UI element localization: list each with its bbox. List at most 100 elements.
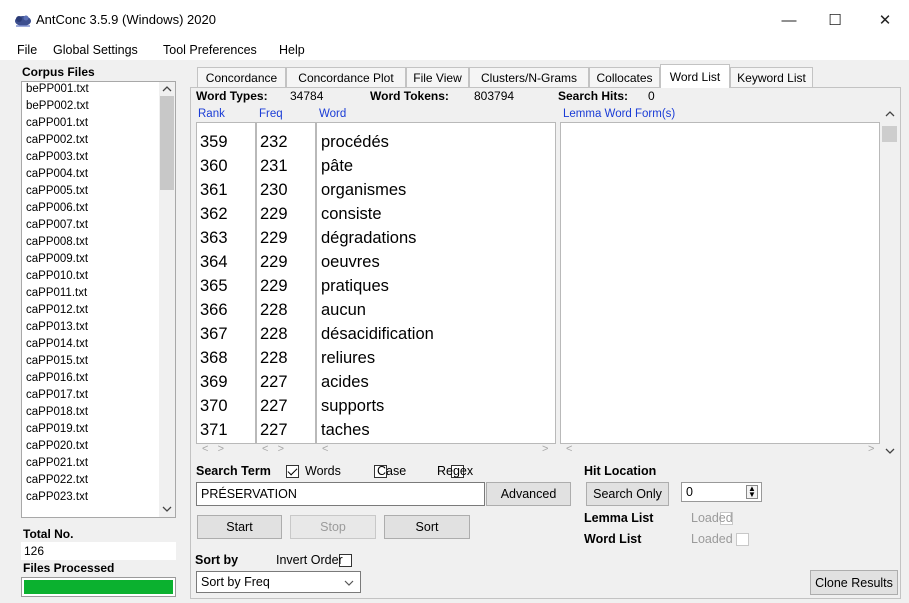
files-processed-label: Files Processed bbox=[23, 561, 115, 575]
lemma-column-header[interactable]: Lemma Word Form(s) bbox=[563, 108, 675, 120]
hit-location-spinner[interactable]: 0 ▲ ▼ bbox=[681, 482, 762, 502]
corpus-file[interactable]: caPP005.txt bbox=[26, 185, 88, 197]
lemma-hscroll-left[interactable]: < bbox=[566, 443, 572, 458]
corpus-file[interactable]: caPP007.txt bbox=[26, 219, 88, 231]
chevron-up-icon[interactable] bbox=[162, 85, 172, 93]
corpus-scroll-thumb[interactable] bbox=[160, 96, 174, 190]
rank-cell: 361 bbox=[200, 181, 228, 199]
word-column-header[interactable]: Word bbox=[319, 108, 346, 120]
corpus-file[interactable]: caPP004.txt bbox=[26, 168, 88, 180]
corpus-file[interactable]: caPP022.txt bbox=[26, 474, 88, 486]
rank-cell: 368 bbox=[200, 349, 228, 367]
corpus-file[interactable]: caPP010.txt bbox=[26, 270, 88, 282]
invert-order-label: Invert Order bbox=[276, 553, 343, 567]
word-column[interactable]: procédés pâte organismes consiste dégrad… bbox=[316, 122, 556, 444]
lemma-hscroll-right[interactable]: > bbox=[868, 443, 874, 458]
freq-cell: 228 bbox=[260, 301, 288, 319]
corpus-file[interactable]: caPP016.txt bbox=[26, 372, 88, 384]
corpus-file[interactable]: caPP009.txt bbox=[26, 253, 88, 265]
corpus-file[interactable]: bePP001.txt bbox=[26, 83, 89, 95]
search-term-label: Search Term bbox=[196, 464, 271, 478]
corpus-file-list[interactable]: bePP001.txt bePP002.txt caPP001.txt caPP… bbox=[21, 81, 176, 518]
stop-button[interactable]: Stop bbox=[290, 515, 376, 539]
freq-cell: 228 bbox=[260, 325, 288, 343]
minimize-icon: — bbox=[781, 11, 797, 29]
chevron-up-icon[interactable] bbox=[885, 110, 895, 118]
words-checkbox-label: Words bbox=[305, 464, 341, 478]
corpus-file[interactable]: caPP002.txt bbox=[26, 134, 88, 146]
close-button[interactable]: ✕ bbox=[862, 0, 908, 40]
sort-button[interactable]: Sort bbox=[384, 515, 470, 539]
tab-word-list[interactable]: Word List bbox=[660, 64, 730, 88]
rank-column[interactable]: 359 360 361 362 363 364 365 366 367 368 … bbox=[196, 122, 256, 444]
sort-by-selected: Sort by Freq bbox=[201, 575, 270, 589]
advanced-button[interactable]: Advanced bbox=[486, 482, 571, 506]
corpus-file[interactable]: caPP017.txt bbox=[26, 389, 88, 401]
freq-hscroll[interactable]: < > bbox=[262, 443, 284, 458]
word-list-scroll-thumb[interactable] bbox=[882, 126, 897, 142]
word-types-label: Word Types: bbox=[196, 89, 268, 103]
window-title: AntConc 3.5.9 (Windows) 2020 bbox=[36, 12, 216, 27]
word-cell: acides bbox=[321, 373, 369, 391]
menu-tool-preferences[interactable]: Tool Preferences bbox=[163, 43, 257, 57]
rank-cell: 360 bbox=[200, 157, 228, 175]
start-button[interactable]: Start bbox=[197, 515, 282, 539]
lemma-list-label: Lemma List bbox=[584, 511, 654, 525]
word-list-vscrollbar[interactable] bbox=[880, 107, 899, 458]
corpus-file[interactable]: caPP021.txt bbox=[26, 457, 88, 469]
freq-column[interactable]: 232 231 230 229 229 229 229 228 228 228 … bbox=[256, 122, 316, 444]
corpus-file[interactable]: caPP019.txt bbox=[26, 423, 88, 435]
rank-cell: 369 bbox=[200, 373, 228, 391]
clone-results-button[interactable]: Clone Results bbox=[810, 570, 898, 595]
rank-column-header[interactable]: Rank bbox=[198, 108, 225, 120]
rank-hscroll[interactable]: < > bbox=[202, 443, 224, 458]
words-checkbox[interactable] bbox=[286, 465, 299, 478]
files-processed-progress bbox=[21, 577, 176, 597]
corpus-file[interactable]: caPP015.txt bbox=[26, 355, 88, 367]
corpus-files-label: Corpus Files bbox=[22, 65, 95, 79]
corpus-file[interactable]: caPP020.txt bbox=[26, 440, 88, 452]
spinner-arrows-icon[interactable]: ▲ ▼ bbox=[746, 485, 758, 499]
freq-cell: 229 bbox=[260, 205, 288, 223]
freq-cell: 227 bbox=[260, 373, 288, 391]
search-term-input[interactable]: PRÉSERVATION bbox=[196, 482, 485, 506]
menu-global-settings[interactable]: Global Settings bbox=[53, 43, 138, 57]
menu-file[interactable]: File bbox=[17, 43, 37, 57]
lemma-column[interactable] bbox=[560, 122, 880, 444]
tab-clusters-ngrams[interactable]: Clusters/N-Grams bbox=[469, 67, 589, 87]
tab-concordance-plot[interactable]: Concordance Plot bbox=[286, 67, 406, 87]
corpus-file[interactable]: caPP018.txt bbox=[26, 406, 88, 418]
word-cell: taches bbox=[321, 421, 370, 439]
search-hits-value: 0 bbox=[648, 89, 655, 103]
corpus-file[interactable]: caPP011.txt bbox=[26, 287, 87, 299]
freq-column-header[interactable]: Freq bbox=[259, 108, 283, 120]
tab-concordance[interactable]: Concordance bbox=[197, 67, 286, 87]
tab-collocates[interactable]: Collocates bbox=[589, 67, 660, 87]
search-only-button[interactable]: Search Only bbox=[586, 482, 669, 506]
word-cell: reliures bbox=[321, 349, 376, 367]
corpus-file[interactable]: caPP006.txt bbox=[26, 202, 88, 214]
corpus-file[interactable]: caPP008.txt bbox=[26, 236, 88, 248]
corpus-file[interactable]: caPP003.txt bbox=[26, 151, 88, 163]
chevron-down-icon[interactable] bbox=[162, 505, 172, 513]
chevron-down-icon[interactable] bbox=[885, 447, 895, 455]
word-list-loaded-checkbox bbox=[736, 533, 750, 546]
word-list-status: Loaded bbox=[691, 532, 733, 546]
freq-cell: 230 bbox=[260, 181, 288, 199]
corpus-file[interactable]: bePP002.txt bbox=[26, 100, 89, 112]
tab-file-view[interactable]: File View bbox=[406, 67, 469, 87]
hit-location-value: 0 bbox=[686, 485, 693, 499]
word-hscroll-left[interactable]: < bbox=[322, 443, 328, 458]
menu-help[interactable]: Help bbox=[279, 43, 305, 57]
minimize-button[interactable]: — bbox=[766, 0, 812, 40]
corpus-file[interactable]: caPP023.txt bbox=[26, 491, 88, 503]
maximize-button[interactable]: ☐ bbox=[812, 0, 858, 40]
word-hscroll-right[interactable]: > bbox=[542, 443, 548, 458]
corpus-file[interactable]: caPP013.txt bbox=[26, 321, 88, 333]
sort-by-select[interactable]: Sort by Freq bbox=[196, 571, 361, 593]
corpus-file[interactable]: caPP014.txt bbox=[26, 338, 88, 350]
corpus-file[interactable]: caPP001.txt bbox=[26, 117, 88, 129]
regex-checkbox-label: Regex bbox=[437, 464, 474, 478]
tab-keyword-list[interactable]: Keyword List bbox=[730, 67, 813, 87]
corpus-file[interactable]: caPP012.txt bbox=[26, 304, 88, 316]
